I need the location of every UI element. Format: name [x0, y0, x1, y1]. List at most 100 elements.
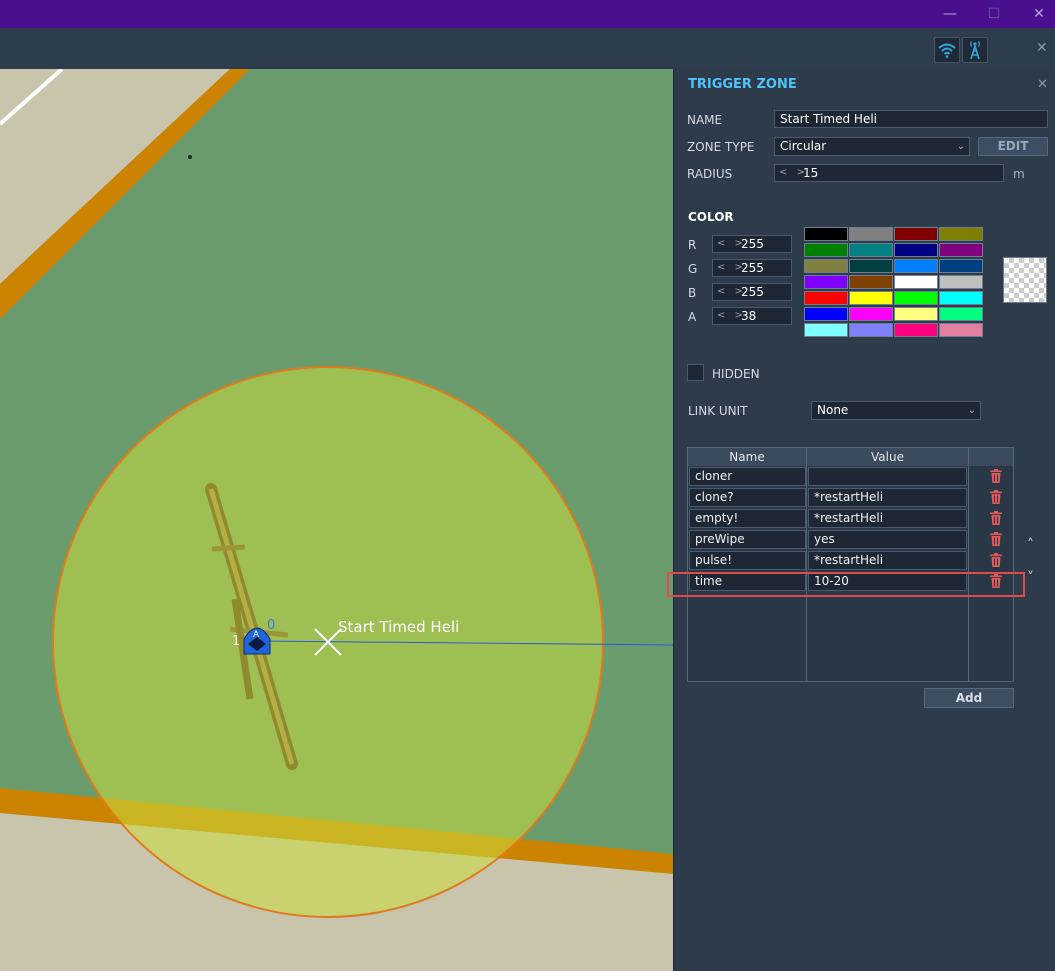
color-swatch[interactable]: [804, 259, 848, 273]
window-close-button[interactable]: ✕: [1029, 4, 1049, 24]
color-swatch[interactable]: [939, 259, 983, 273]
zone-type-select[interactable]: Circular ⌄: [774, 137, 970, 156]
wifi-icon: [938, 43, 956, 58]
color-swatch[interactable]: [849, 291, 893, 305]
link-unit-value: None: [817, 403, 849, 417]
hidden-label: HIDDEN: [712, 367, 760, 381]
color-swatch[interactable]: [939, 275, 983, 289]
panel-close-icon[interactable]: ✕: [1037, 77, 1048, 92]
color-swatch[interactable]: [939, 323, 983, 337]
color-swatch[interactable]: [849, 227, 893, 241]
property-name-cell[interactable]: empty!: [689, 509, 806, 528]
minimize-button[interactable]: —: [940, 4, 960, 24]
property-value-cell[interactable]: [808, 467, 967, 486]
properties-table: Name Value cloner clone? *restartHeli empty…: [687, 447, 1014, 682]
toolbar-close-icon[interactable]: ✕: [1036, 41, 1048, 55]
color-palette: [804, 227, 984, 339]
color-swatch[interactable]: [894, 259, 938, 273]
color-swatch[interactable]: [939, 307, 983, 321]
alpha-stepper[interactable]: < > 38: [712, 307, 792, 325]
red-label: R: [688, 238, 697, 252]
color-section-label: COLOR: [688, 210, 734, 224]
green-stepper[interactable]: < > 255: [712, 259, 792, 277]
color-swatch[interactable]: [894, 275, 938, 289]
edit-button[interactable]: EDIT: [978, 137, 1048, 156]
hidden-checkbox[interactable]: [687, 364, 704, 381]
color-swatch[interactable]: [804, 243, 848, 257]
color-swatch[interactable]: [849, 275, 893, 289]
color-swatch[interactable]: [894, 243, 938, 257]
color-preview-swatch: [1003, 257, 1047, 303]
property-name-cell[interactable]: clone?: [689, 488, 806, 507]
alpha-label: A: [688, 310, 697, 324]
map-dot: [188, 155, 192, 159]
green-label: G: [688, 262, 698, 276]
red-value: 255: [741, 237, 764, 251]
map-canvas[interactable]: A 1 0 Start Timed Heli: [0, 69, 673, 971]
color-swatch[interactable]: [939, 243, 983, 257]
color-swatch[interactable]: [804, 307, 848, 321]
color-swatch[interactable]: [849, 307, 893, 321]
panel-title: TRIGGER ZONE: [688, 77, 797, 92]
radio-tower-icon: [970, 41, 980, 60]
color-swatch[interactable]: [849, 243, 893, 257]
window-title-bar: — ☐ ✕: [0, 0, 1055, 28]
zone-type-value: Circular: [780, 139, 827, 153]
green-value: 255: [741, 261, 764, 275]
wifi-button[interactable]: [934, 37, 960, 63]
link-unit-label: LINK UNIT: [688, 404, 748, 418]
alpha-value: 38: [741, 309, 757, 323]
radio-tower-button[interactable]: [962, 37, 988, 63]
color-swatch[interactable]: [939, 227, 983, 241]
radius-label: RADIUS: [687, 167, 733, 181]
unit-marker-left-label: 1: [232, 634, 240, 649]
color-swatch[interactable]: [804, 227, 848, 241]
radius-value: 15: [803, 166, 819, 180]
color-swatch[interactable]: [804, 275, 848, 289]
properties-rows: cloner clone? *restartHeli empty! *restartHe…: [688, 448, 1013, 681]
color-swatch[interactable]: [939, 291, 983, 305]
link-unit-select[interactable]: None ⌄: [811, 401, 981, 420]
color-swatch[interactable]: [894, 307, 938, 321]
radius-stepper[interactable]: < > 15: [774, 164, 1004, 182]
unit-marker-letter: A: [253, 630, 260, 640]
property-name-cell[interactable]: preWipe: [689, 530, 806, 549]
trash-icon[interactable]: [990, 553, 1002, 567]
trash-icon[interactable]: [990, 511, 1002, 525]
chevron-down-icon: ⌄: [956, 141, 965, 152]
unit-marker-right-label: 0: [267, 618, 275, 633]
name-label: NAME: [687, 113, 723, 127]
scroll-down-icon[interactable]: ˅: [1027, 570, 1034, 586]
color-swatch[interactable]: [894, 291, 938, 305]
property-value-cell[interactable]: yes: [808, 530, 967, 549]
maximize-button[interactable]: ☐: [984, 4, 1004, 24]
color-swatch[interactable]: [894, 227, 938, 241]
scroll-up-icon[interactable]: ˄: [1027, 537, 1034, 553]
color-swatch[interactable]: [804, 323, 848, 337]
trash-icon[interactable]: [990, 469, 1002, 483]
color-swatch[interactable]: [849, 323, 893, 337]
zone-type-label: ZONE TYPE: [687, 140, 755, 154]
radius-unit: m: [1013, 167, 1025, 181]
blue-value: 255: [741, 285, 764, 299]
property-name-cell[interactable]: cloner: [689, 467, 806, 486]
property-value-cell[interactable]: *restartHeli: [808, 488, 967, 507]
property-value-cell[interactable]: *restartHeli: [808, 509, 967, 528]
top-toolbar: ✕: [0, 28, 1055, 69]
name-input[interactable]: [774, 110, 1048, 128]
zone-name-label: Start Timed Heli: [338, 618, 459, 636]
red-stepper[interactable]: < > 255: [712, 235, 792, 253]
color-swatch[interactable]: [849, 259, 893, 273]
property-name-cell[interactable]: pulse!: [689, 551, 806, 570]
blue-stepper[interactable]: < > 255: [712, 283, 792, 301]
chevron-down-icon: ⌄: [967, 405, 976, 416]
trash-icon[interactable]: [990, 532, 1002, 546]
map-view[interactable]: A 1 0 Start Timed Heli: [0, 69, 673, 971]
row-highlight-box: [667, 572, 1025, 597]
property-value-cell[interactable]: *restartHeli: [808, 551, 967, 570]
trash-icon[interactable]: [990, 490, 1002, 504]
blue-label: B: [688, 286, 697, 300]
add-property-button[interactable]: Add: [924, 688, 1014, 708]
color-swatch[interactable]: [894, 323, 938, 337]
color-swatch[interactable]: [804, 291, 848, 305]
